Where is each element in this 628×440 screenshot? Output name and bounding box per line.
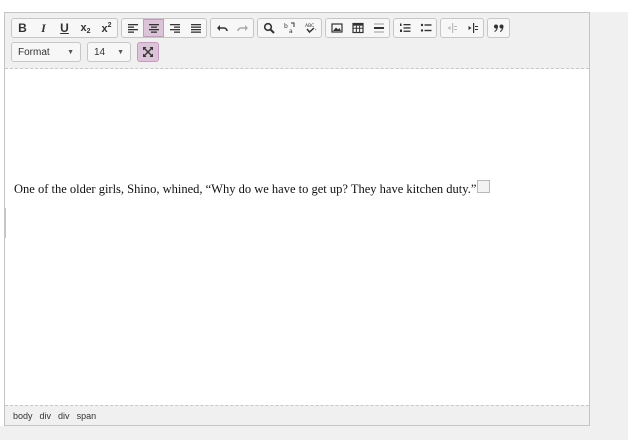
- align-left-icon: [127, 24, 138, 33]
- bullet-list-button[interactable]: [415, 19, 436, 37]
- superscript-icon: x2: [101, 21, 112, 35]
- subscript-icon: x2: [80, 21, 91, 35]
- search-group: ba ABC: [257, 18, 322, 38]
- align-justify-icon: [190, 24, 201, 33]
- history-group: [210, 18, 254, 38]
- align-center-icon: [148, 24, 159, 33]
- font-size-select-value: 14: [94, 46, 106, 58]
- redo-icon: [236, 25, 248, 32]
- outdent-icon: [447, 23, 457, 33]
- replace-button[interactable]: ba: [279, 19, 300, 37]
- align-right-icon: [169, 24, 180, 33]
- bold-icon: B: [18, 21, 27, 35]
- broken-image-icon[interactable]: [477, 180, 490, 193]
- alignment-group: [121, 18, 207, 38]
- redo-button[interactable]: [232, 19, 253, 37]
- rich-text-editor: B I U x2 x2 b a ABC Format ▼ 14 ▼ One of…: [4, 12, 590, 426]
- align-right-button[interactable]: [164, 19, 185, 37]
- editor-toolbar: B I U x2 x2 b a ABC Format ▼ 14 ▼: [5, 13, 589, 69]
- horizontal-rule-icon: [373, 23, 384, 33]
- align-left-button[interactable]: [122, 19, 143, 37]
- numbered-list-button[interactable]: [394, 19, 415, 37]
- italic-button[interactable]: I: [33, 19, 54, 37]
- resize-edge: [5, 208, 6, 238]
- image-icon: [330, 23, 343, 33]
- outdent-button[interactable]: [441, 19, 462, 37]
- format-select-value: Format: [18, 46, 50, 58]
- blockquote-button[interactable]: [488, 19, 509, 37]
- text-style-group: B I U x2 x2: [11, 18, 118, 38]
- font-size-select[interactable]: 14 ▼: [87, 42, 131, 62]
- fullscreen-button[interactable]: [137, 42, 159, 62]
- underline-button[interactable]: U: [54, 19, 75, 37]
- undo-button[interactable]: [211, 19, 232, 37]
- svg-text:a: a: [289, 28, 293, 34]
- lists-group: [393, 18, 437, 38]
- insert-group: [325, 18, 390, 38]
- superscript-button[interactable]: x2: [96, 19, 117, 37]
- indent-group: [440, 18, 484, 38]
- path-item-div[interactable]: div: [58, 411, 70, 421]
- indent-button[interactable]: [462, 19, 483, 37]
- editor-content-area[interactable]: One of the older girls, Shino, whined, “…: [5, 70, 589, 404]
- undo-icon: [216, 25, 228, 32]
- align-center-button[interactable]: [143, 19, 164, 37]
- bold-button[interactable]: B: [12, 19, 33, 37]
- table-button[interactable]: [347, 19, 368, 37]
- underline-icon: U: [60, 21, 69, 35]
- spellcheck-button[interactable]: ABC: [300, 19, 321, 37]
- quote-group: [487, 18, 510, 38]
- blockquote-icon: [493, 24, 503, 32]
- image-button[interactable]: [326, 19, 347, 37]
- numbered-list-icon: [399, 23, 410, 32]
- outer-background: [590, 12, 628, 426]
- path-item-span[interactable]: span: [77, 411, 97, 421]
- find-button[interactable]: [258, 19, 279, 37]
- toolbar-row-2: Format ▼ 14 ▼: [11, 42, 159, 64]
- fullscreen-icon: [143, 47, 153, 57]
- align-justify-button[interactable]: [185, 19, 206, 37]
- find-replace-icon: ba: [284, 22, 294, 34]
- format-select[interactable]: Format ▼: [11, 42, 81, 62]
- chevron-down-icon: ▼: [67, 48, 74, 56]
- search-icon: [263, 22, 275, 34]
- bullet-list-icon: [420, 23, 431, 32]
- indent-icon: [468, 23, 478, 33]
- chevron-down-icon: ▼: [117, 48, 124, 56]
- subscript-button[interactable]: x2: [75, 19, 96, 37]
- spellcheck-icon: ABC: [305, 23, 316, 34]
- path-item-body[interactable]: body: [13, 411, 33, 421]
- content-paragraph[interactable]: One of the older girls, Shino, whined, “…: [14, 182, 476, 197]
- svg-text:b: b: [284, 23, 288, 30]
- element-path-statusbar: body div div span: [5, 405, 589, 425]
- italic-icon: I: [41, 20, 46, 35]
- toolbar-row-1: B I U x2 x2 b a ABC: [11, 18, 510, 40]
- horizontal-rule-button[interactable]: [368, 19, 389, 37]
- outer-background-bottom: [0, 426, 628, 440]
- path-item-div[interactable]: div: [40, 411, 52, 421]
- table-icon: [351, 22, 364, 34]
